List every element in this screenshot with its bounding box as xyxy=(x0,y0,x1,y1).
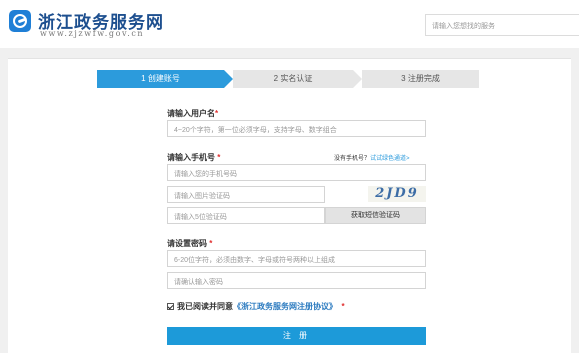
search-input[interactable]: 请输入您想找的服务 xyxy=(425,14,579,36)
get-sms-code-button[interactable]: 获取短信验证码 xyxy=(325,207,426,224)
image-code-input[interactable]: 请输入图片验证码 xyxy=(167,186,325,203)
register-button[interactable]: 注 册 xyxy=(167,327,426,345)
password-input[interactable]: 6-20位字符，必须由数字、字母或符号两种以上组成 xyxy=(167,250,426,267)
phone-label: 请输入手机号 * xyxy=(167,153,221,162)
password-label: 请设置密码 * xyxy=(167,239,213,248)
step-progress: 1 创建账号 2 实名认证 3 注册完成 xyxy=(97,70,479,88)
step-create-account: 1 创建账号 xyxy=(97,70,224,88)
site-header: 浙江政务服务网 www.zjzwfw.gov.cn 请输入您想找的服务 xyxy=(0,0,579,48)
agreement-link[interactable]: 《浙江政务服务网注册协议》 xyxy=(233,302,337,311)
green-channel-hint: 没有手机号？试试绿色通道> xyxy=(334,156,410,162)
site-url: www.zjzwfw.gov.cn xyxy=(40,29,145,38)
confirm-password-input[interactable]: 请确认输入密码 xyxy=(167,272,426,289)
agreement-checkbox[interactable] xyxy=(167,303,174,310)
step-real-name-auth: 2 实名认证 xyxy=(233,70,353,88)
agreement-row: 我已阅读并同意《浙江政务服务网注册协议》 * xyxy=(167,301,345,312)
step-registration-complete: 3 注册完成 xyxy=(362,70,479,88)
phone-input[interactable]: 请输入您的手机号码 xyxy=(167,164,426,181)
required-mark: * xyxy=(215,153,221,162)
step-arrow xyxy=(353,70,362,88)
captcha-image[interactable]: 2JD9 xyxy=(368,186,426,202)
site-logo-icon[interactable] xyxy=(9,10,31,32)
step-arrow xyxy=(224,70,233,88)
required-mark: * xyxy=(337,302,345,311)
username-label: 请输入用户名* xyxy=(167,109,219,118)
required-mark: * xyxy=(207,239,213,248)
required-mark: * xyxy=(215,109,219,118)
green-channel-link[interactable]: 试试绿色通道> xyxy=(370,156,410,162)
username-input[interactable]: 4~20个字符，第一位必须字母，支持字母、数字组合 xyxy=(167,120,426,137)
sms-code-input[interactable]: 请输入5位验证码 xyxy=(167,207,325,224)
